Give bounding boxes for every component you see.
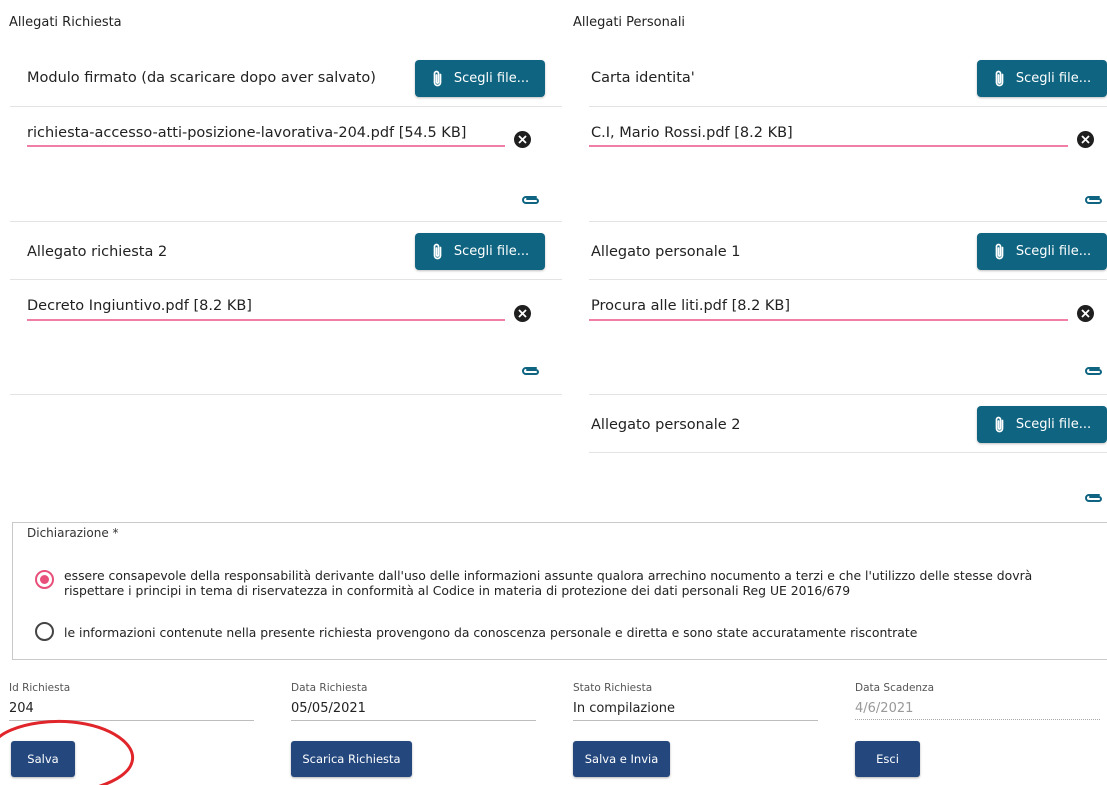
choose-file-button[interactable]: Scegli file... (415, 60, 545, 97)
file-name: richiesta-accesso-atti-posizione-lavorat… (27, 125, 467, 141)
choose-file-label: Scegli file... (453, 244, 530, 259)
link-clip-icon[interactable] (1084, 366, 1104, 376)
field-underline (291, 720, 536, 721)
choose-file-label: Scegli file... (1015, 244, 1092, 259)
divider (589, 279, 1107, 280)
attachment-label: Allegato personale 2 (591, 417, 741, 433)
field-underline (9, 720, 254, 721)
attachment-label: Modulo firmato (da scaricare dopo aver s… (27, 70, 376, 86)
link-clip-icon[interactable] (521, 195, 541, 205)
divider (589, 106, 1107, 107)
link-clip-icon[interactable] (1084, 195, 1104, 205)
close-circle-icon[interactable] (1077, 305, 1094, 322)
paperclip-icon (995, 416, 1004, 432)
declaration-radio-2[interactable] (35, 622, 54, 641)
field-underline (855, 719, 1100, 720)
field-underline (573, 720, 818, 721)
file-underline (27, 145, 505, 147)
request-status-value: In compilazione (573, 701, 676, 716)
link-clip-icon[interactable] (1084, 493, 1104, 503)
save-button[interactable]: Salva (11, 741, 75, 777)
file-underline (589, 145, 1068, 147)
left-column-title: Allegati Richiesta (9, 15, 122, 30)
choose-file-button[interactable]: Scegli file... (977, 406, 1107, 443)
divider (10, 106, 562, 107)
file-underline (589, 319, 1068, 321)
request-status-label: Stato Richiesta (573, 682, 653, 694)
save-and-send-button[interactable]: Salva e Invia (573, 741, 670, 777)
choose-file-label: Scegli file... (1015, 71, 1092, 86)
due-date-label: Data Scadenza (855, 682, 935, 694)
choose-file-label: Scegli file... (1015, 417, 1092, 432)
right-column-title: Allegati Personali (573, 15, 686, 30)
choose-file-label: Scegli file... (453, 71, 530, 86)
divider (589, 221, 1107, 222)
choose-file-button[interactable]: Scegli file... (415, 233, 545, 270)
request-date-label: Data Richiesta (291, 682, 368, 694)
close-circle-icon[interactable] (1077, 131, 1094, 148)
declaration-option-text: le informazioni contenute nella presente… (64, 625, 918, 640)
paperclip-icon (433, 243, 442, 259)
divider (10, 394, 562, 395)
attachment-label: Carta identita' (591, 70, 695, 86)
paperclip-icon (995, 243, 1004, 259)
declaration-option-text: essere consapevole della responsabilità … (64, 568, 1033, 598)
file-name: Procura alle liti.pdf [8.2 KB] (591, 298, 791, 314)
attachment-label: Allegato richiesta 2 (27, 244, 168, 260)
download-request-button[interactable]: Scarica Richiesta (291, 741, 412, 777)
exit-button[interactable]: Esci (855, 741, 920, 777)
divider (10, 279, 562, 280)
request-id-label: Id Richiesta (9, 682, 71, 694)
paperclip-icon (433, 70, 442, 86)
file-name: Decreto Ingiuntivo.pdf [8.2 KB] (27, 298, 252, 314)
choose-file-button[interactable]: Scegli file... (977, 233, 1107, 270)
request-id-value: 204 (9, 701, 34, 716)
paperclip-icon (995, 70, 1004, 86)
choose-file-button[interactable]: Scegli file... (977, 60, 1107, 97)
close-circle-icon[interactable] (514, 305, 531, 322)
file-name: C.I, Mario Rossi.pdf [8.2 KB] (591, 125, 793, 141)
close-circle-icon[interactable] (514, 131, 531, 148)
declaration-legend: Dichiarazione * (25, 526, 121, 540)
link-clip-icon[interactable] (521, 366, 541, 376)
due-date-value: 4/6/2021 (855, 701, 914, 716)
attachment-label: Allegato personale 1 (591, 244, 741, 260)
declaration-radio-1[interactable] (35, 570, 54, 589)
divider (589, 394, 1107, 395)
request-date-value: 05/05/2021 (291, 701, 366, 716)
file-underline (27, 319, 505, 321)
divider (589, 452, 1107, 453)
divider (10, 221, 562, 222)
